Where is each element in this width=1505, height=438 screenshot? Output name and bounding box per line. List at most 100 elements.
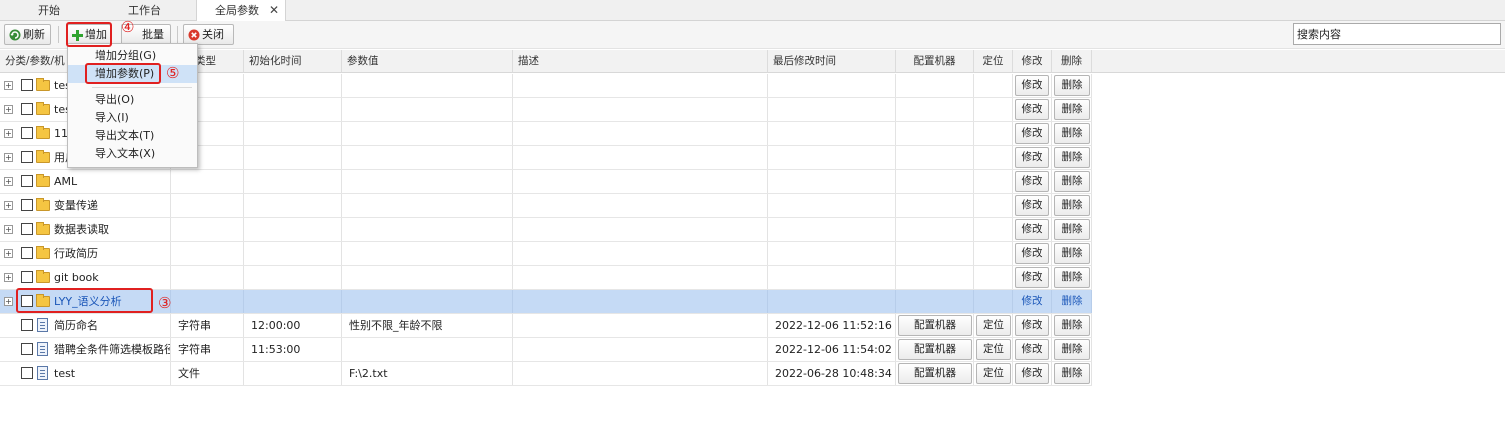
grid-cell xyxy=(342,338,513,361)
expand-icon[interactable]: + xyxy=(4,153,13,162)
delete-button[interactable]: 删除 xyxy=(1054,219,1090,240)
edit-button[interactable]: 修改 xyxy=(1015,291,1049,312)
row-checkbox[interactable] xyxy=(21,199,33,211)
menu-item-import[interactable]: 导入(I) xyxy=(68,109,197,127)
delete-button[interactable]: 删除 xyxy=(1054,147,1090,168)
row-checkbox[interactable] xyxy=(21,151,33,163)
toolbar-divider xyxy=(177,26,178,43)
toolbar: 刷新 增加 批量 关闭 xyxy=(0,21,1505,49)
expand-icon[interactable]: + xyxy=(4,249,13,258)
delete-button[interactable]: 删除 xyxy=(1054,267,1090,288)
delete-button[interactable]: 删除 xyxy=(1054,339,1090,360)
row-checkbox[interactable] xyxy=(21,367,33,379)
expand-icon[interactable]: + xyxy=(4,225,13,234)
menu-item-export[interactable]: 导出(O) xyxy=(68,91,197,109)
tab-bar: 开始 工作台 全局参数 ✕ xyxy=(0,0,1505,22)
edit-button[interactable]: 修改 xyxy=(1015,75,1049,96)
col-header-delete[interactable]: 删除 xyxy=(1052,50,1092,73)
grid-cell xyxy=(974,74,1013,97)
row-checkbox[interactable] xyxy=(21,247,33,259)
expand-icon[interactable]: + xyxy=(4,273,13,282)
col-header-description[interactable]: 描述 xyxy=(513,50,768,73)
delete-button[interactable]: 删除 xyxy=(1054,291,1090,312)
locate-button[interactable]: 定位 xyxy=(976,363,1011,384)
folder-icon xyxy=(36,246,50,259)
row-checkbox[interactable] xyxy=(21,223,33,235)
annotation-number-5: ⑤ xyxy=(166,64,180,82)
col-header-init-time[interactable]: 初始化时间 xyxy=(244,50,342,73)
table-row[interactable]: + 数据表读取 修改 删除 xyxy=(0,218,1092,242)
expand-icon[interactable]: + xyxy=(4,201,13,210)
table-row[interactable]: 简历命名 字符串 12:00:00 性别不限_年龄不限 2022-12-06 11:52… xyxy=(0,314,1092,338)
close-tab-icon[interactable]: ✕ xyxy=(269,3,279,17)
row-checkbox[interactable] xyxy=(21,343,33,355)
row-checkbox[interactable] xyxy=(21,127,33,139)
expand-icon[interactable]: + xyxy=(4,177,13,186)
param-value: F:\2.txt xyxy=(349,367,388,380)
grid-cell xyxy=(896,170,974,193)
grid-cell xyxy=(342,74,513,97)
col-header-locate[interactable]: 定位 xyxy=(974,50,1013,73)
delete-button[interactable]: 删除 xyxy=(1054,171,1090,192)
edit-button[interactable]: 修改 xyxy=(1015,267,1049,288)
row-checkbox[interactable] xyxy=(21,271,33,283)
table-row[interactable]: + 行政简历 修改 删除 xyxy=(0,242,1092,266)
col-header-modified[interactable]: 最后修改时间 xyxy=(768,50,896,73)
expand-icon[interactable]: + xyxy=(4,297,13,306)
grid-cell xyxy=(244,266,342,289)
table-row[interactable]: test 文件 F:\2.txt 2022-06-28 10:48:34 配置机器 定位修… xyxy=(0,362,1092,386)
folder-icon xyxy=(36,270,50,283)
annotation-number-4: ④ xyxy=(121,18,135,36)
locate-button[interactable]: 定位 xyxy=(976,339,1011,360)
edit-button[interactable]: 修改 xyxy=(1015,219,1049,240)
grid-cell xyxy=(974,290,1013,313)
tree-cell: + 行政简历 xyxy=(0,242,171,265)
edit-button[interactable]: 修改 xyxy=(1015,315,1049,336)
edit-button[interactable]: 修改 xyxy=(1015,123,1049,144)
delete-button[interactable]: 删除 xyxy=(1054,99,1090,120)
row-checkbox[interactable] xyxy=(21,319,33,331)
col-header-value[interactable]: 参数值 xyxy=(342,50,513,73)
edit-button[interactable]: 修改 xyxy=(1015,339,1049,360)
folder-icon xyxy=(36,102,50,115)
param-value: 性别不限_年龄不限 xyxy=(349,319,443,332)
edit-button[interactable]: 修改 xyxy=(1015,147,1049,168)
delete-button[interactable]: 删除 xyxy=(1054,243,1090,264)
refresh-button[interactable]: 刷新 xyxy=(4,24,51,45)
edit-button[interactable]: 修改 xyxy=(1015,99,1049,120)
row-checkbox[interactable] xyxy=(21,103,33,115)
col-header-edit[interactable]: 修改 xyxy=(1013,50,1052,73)
delete-button[interactable]: 删除 xyxy=(1054,315,1090,336)
tab-start[interactable]: 开始 xyxy=(38,0,60,21)
col-header-config[interactable]: 配置机器 xyxy=(896,50,974,73)
table-row[interactable]: + AML 修改 删除 xyxy=(0,170,1092,194)
expand-icon[interactable]: + xyxy=(4,105,13,114)
close-button[interactable]: 关闭 xyxy=(183,24,234,45)
edit-button[interactable]: 修改 xyxy=(1015,171,1049,192)
expand-icon[interactable]: + xyxy=(4,81,13,90)
grid-cell xyxy=(768,290,896,313)
search-input[interactable] xyxy=(1293,23,1501,45)
table-row[interactable]: 猎聘全条件筛选模板路径 字符串 11:53:00 2022-12-06 11:54:0… xyxy=(0,338,1092,362)
edit-button[interactable]: 修改 xyxy=(1015,363,1049,384)
grid-cell xyxy=(896,98,974,121)
delete-button[interactable]: 删除 xyxy=(1054,75,1090,96)
grid-cell xyxy=(171,170,244,193)
config-machine-button[interactable]: 配置机器 xyxy=(898,363,972,384)
menu-item-import-text[interactable]: 导入文本(X) xyxy=(68,145,197,163)
config-machine-button[interactable]: 配置机器 xyxy=(898,339,972,360)
config-machine-button[interactable]: 配置机器 xyxy=(898,315,972,336)
table-row[interactable]: + 变量传递 修改 删除 xyxy=(0,194,1092,218)
table-row[interactable]: + git book 修改 删除 xyxy=(0,266,1092,290)
edit-button[interactable]: 修改 xyxy=(1015,243,1049,264)
delete-button[interactable]: 删除 xyxy=(1054,363,1090,384)
grid-cell xyxy=(244,218,342,241)
locate-button[interactable]: 定位 xyxy=(976,315,1011,336)
row-checkbox[interactable] xyxy=(21,79,33,91)
menu-item-export-text[interactable]: 导出文本(T) xyxy=(68,127,197,145)
row-checkbox[interactable] xyxy=(21,175,33,187)
delete-button[interactable]: 删除 xyxy=(1054,195,1090,216)
edit-button[interactable]: 修改 xyxy=(1015,195,1049,216)
delete-button[interactable]: 删除 xyxy=(1054,123,1090,144)
expand-icon[interactable]: + xyxy=(4,129,13,138)
